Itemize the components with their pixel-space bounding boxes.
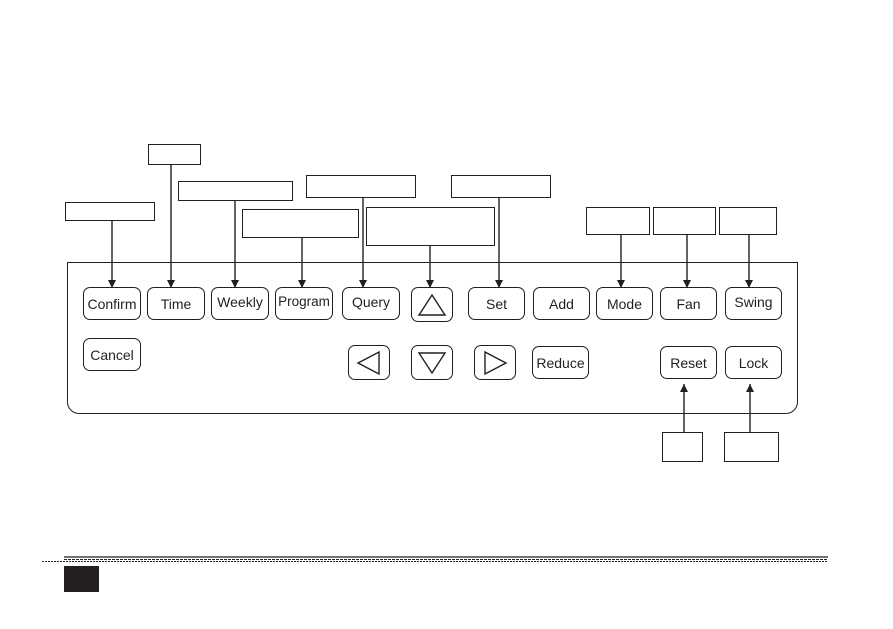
mode-button[interactable]: Mode (596, 287, 653, 320)
callout-fan (653, 207, 716, 235)
time-button[interactable]: Time (147, 287, 205, 320)
time-label: Time (160, 295, 192, 312)
callout-query (306, 175, 416, 198)
set-button[interactable]: Set (468, 287, 525, 320)
callout-time (148, 144, 201, 165)
lock-button[interactable]: Lock (725, 346, 782, 379)
callout-program (242, 209, 359, 238)
triangle-left-icon (356, 350, 380, 375)
key-panel (67, 262, 798, 414)
reset-label: Reset (670, 354, 707, 371)
swing-button[interactable]: Swing (725, 287, 782, 320)
query-label: Query (351, 293, 391, 310)
fan-button[interactable]: Fan (660, 287, 717, 320)
reset-button[interactable]: Reset (660, 346, 717, 379)
down-button[interactable] (411, 345, 453, 380)
set-label: Set (485, 295, 507, 312)
callout-weekly (178, 181, 293, 201)
left-button[interactable] (348, 345, 390, 380)
reduce-label: Reduce (536, 354, 585, 371)
weekly-button[interactable]: Weekly (211, 287, 269, 320)
callout-set (451, 175, 551, 198)
lock-label: Lock (738, 354, 769, 371)
confirm-button[interactable]: Confirm (83, 287, 141, 320)
mode-label: Mode (606, 295, 643, 312)
up-button[interactable] (411, 287, 453, 322)
weekly-label: Weekly (217, 293, 263, 310)
callout-up (366, 207, 495, 246)
triangle-up-icon (417, 293, 447, 316)
callout-lock (724, 432, 779, 462)
add-button[interactable]: Add (533, 287, 590, 320)
cancel-label: Cancel (90, 346, 134, 363)
cancel-button[interactable]: Cancel (83, 338, 141, 371)
callout-mode (586, 207, 650, 235)
fan-label: Fan (676, 295, 701, 312)
program-button[interactable]: Program (275, 287, 333, 320)
program-label: Program (278, 294, 330, 309)
callout-confirm (65, 202, 155, 221)
swing-label: Swing (734, 294, 773, 310)
confirm-label: Confirm (87, 295, 137, 312)
triangle-right-icon (484, 350, 508, 375)
callout-reset (662, 432, 703, 462)
query-button[interactable]: Query (342, 287, 400, 320)
triangle-down-icon (417, 351, 447, 374)
footer-rules (42, 556, 828, 562)
callout-swing (719, 207, 777, 235)
reduce-button[interactable]: Reduce (532, 346, 589, 379)
page-number-block (64, 566, 99, 592)
right-button[interactable] (474, 345, 516, 380)
add-label: Add (549, 295, 574, 312)
